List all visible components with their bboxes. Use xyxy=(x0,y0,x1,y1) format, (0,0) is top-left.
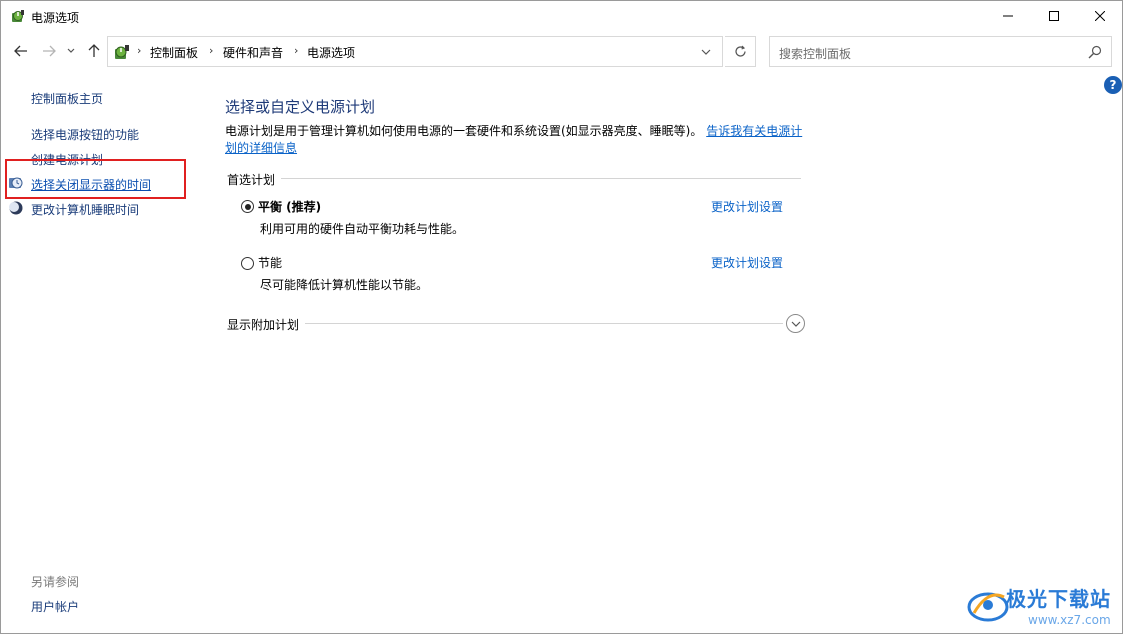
arrow-right-icon xyxy=(43,45,56,57)
help-button[interactable]: ? xyxy=(1104,76,1122,94)
up-button[interactable] xyxy=(83,40,105,62)
breadcrumb-hardware-sound[interactable]: 硬件和声音 xyxy=(223,44,283,61)
arrow-up-icon xyxy=(88,44,100,57)
maximize-icon xyxy=(1049,11,1059,21)
breadcrumb-control-panel[interactable]: 控制面板 xyxy=(150,44,198,61)
recent-locations-button[interactable] xyxy=(63,40,79,62)
power-options-icon xyxy=(12,10,24,22)
preferred-plans-label: 首选计划 xyxy=(227,173,276,187)
refresh-icon xyxy=(734,45,746,57)
chevron-down-icon xyxy=(701,49,711,55)
description-text: 电源计划是用于管理计算机如何使用电源的一套硬件和系统设置(如显示器亮度、睡眠等)… xyxy=(225,124,703,138)
power-saver-plan-description: 尽可能降低计算机性能以节能。 xyxy=(260,278,429,292)
show-additional-plans-label[interactable]: 显示附加计划 xyxy=(227,316,299,333)
watermark-logo-icon xyxy=(967,592,1009,622)
power-options-window: 电源选项 › 控制面板 › 硬件和声音 › 电源选项 搜索控制面板 ? 控制面板… xyxy=(0,0,1123,634)
search-placeholder: 搜索控制面板 xyxy=(779,47,852,61)
see-also-label: 另请参阅 xyxy=(31,575,80,589)
power-options-icon xyxy=(115,45,129,59)
breadcrumb-separator[interactable]: › xyxy=(294,44,298,57)
search-input[interactable]: 搜索控制面板 xyxy=(769,36,1112,67)
power-saver-plan-name[interactable]: 节能 xyxy=(258,254,282,271)
change-sleep-time-link[interactable]: 更改计算机睡眠时间 xyxy=(31,201,139,218)
expand-additional-plans-button[interactable] xyxy=(786,314,805,333)
watermark-text: 极光下载站 xyxy=(1006,587,1111,611)
breadcrumb-separator[interactable]: › xyxy=(209,44,213,57)
refresh-button[interactable] xyxy=(725,36,756,67)
watermark: 极光下载站 www.xz7.com xyxy=(966,581,1118,633)
choose-power-buttons-link[interactable]: 选择电源按钮的功能 xyxy=(31,126,139,143)
window-title: 电源选项 xyxy=(31,11,80,25)
address-dropdown-button[interactable] xyxy=(696,44,716,60)
arrow-left-icon xyxy=(14,45,27,57)
title-bar: 电源选项 xyxy=(1,1,1122,32)
control-panel-home-link[interactable]: 控制面板主页 xyxy=(31,90,103,107)
section-divider xyxy=(305,323,783,324)
balanced-plan-radio[interactable] xyxy=(241,200,254,213)
power-saver-change-settings-link[interactable]: 更改计划设置 xyxy=(711,254,783,271)
back-button[interactable] xyxy=(10,40,32,62)
chevron-down-icon xyxy=(67,48,75,53)
breadcrumb-separator[interactable]: › xyxy=(137,44,141,57)
maximize-button[interactable] xyxy=(1031,1,1077,31)
close-button[interactable] xyxy=(1077,1,1122,31)
breadcrumb-power-options[interactable]: 电源选项 xyxy=(307,44,355,61)
highlight-box xyxy=(5,159,186,199)
minimize-button[interactable] xyxy=(985,1,1031,31)
forward-button[interactable] xyxy=(38,40,60,62)
section-divider xyxy=(281,178,801,179)
user-accounts-link[interactable]: 用户帐户 xyxy=(31,598,79,615)
power-saver-plan-radio[interactable] xyxy=(241,257,254,270)
page-description: 电源计划是用于管理计算机如何使用电源的一套硬件和系统设置(如显示器亮度、睡眠等)… xyxy=(225,123,805,157)
watermark-url: www.xz7.com xyxy=(1028,613,1111,627)
close-icon xyxy=(1095,11,1105,21)
search-icon xyxy=(1088,45,1102,59)
chevron-down-icon xyxy=(791,321,800,327)
balanced-change-settings-link[interactable]: 更改计划设置 xyxy=(711,198,783,215)
balanced-plan-name[interactable]: 平衡 (推荐) xyxy=(258,198,321,215)
minimize-icon xyxy=(1003,15,1013,17)
address-bar[interactable]: › 控制面板 › 硬件和声音 › 电源选项 xyxy=(107,36,723,67)
page-title: 选择或自定义电源计划 xyxy=(225,98,376,116)
sleep-moon-icon xyxy=(9,201,23,215)
balanced-plan-description: 利用可用的硬件自动平衡功耗与性能。 xyxy=(260,222,465,236)
navigation-bar: › 控制面板 › 硬件和声音 › 电源选项 搜索控制面板 xyxy=(1,36,1122,68)
